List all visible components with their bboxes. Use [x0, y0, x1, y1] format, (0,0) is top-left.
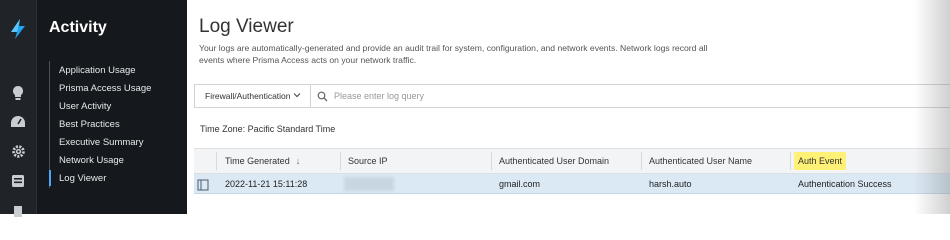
log-query-placeholder: Please enter log query [334, 91, 425, 101]
timezone-label: Time Zone: Pacific Standard Time [200, 124, 336, 134]
nav-item-executive-summary[interactable]: Executive Summary [59, 137, 143, 148]
table-row[interactable]: 2022-11-21 15:11:28 gmail.com harsh.auto… [194, 174, 950, 194]
redacted-source-ip [344, 177, 394, 191]
lightbulb-icon[interactable] [9, 84, 27, 102]
nav-item-application-usage[interactable]: Application Usage [59, 65, 136, 76]
nav-active-indicator [49, 170, 51, 186]
log-type-value: Firewall/Authentication [205, 91, 291, 101]
cell-auth-user-domain: gmail.com [499, 179, 541, 189]
column-header-auth-event[interactable]: Auth Event [794, 149, 847, 173]
chevron-down-icon [292, 90, 302, 100]
dashboard-icon[interactable] [9, 113, 27, 131]
auth-event-highlight: Auth Event [794, 152, 847, 170]
main-content: Log Viewer Your logs are automatically-g… [187, 0, 950, 214]
column-header-source-ip[interactable]: Source IP [348, 149, 388, 173]
sort-down-icon[interactable]: ↓ [296, 156, 301, 166]
log-detail-icon[interactable] [197, 178, 209, 191]
nav-item-prisma-access-usage[interactable]: Prisma Access Usage [59, 83, 151, 94]
column-header-auth-user-domain[interactable]: Authenticated User Domain [499, 149, 609, 173]
log-query-input[interactable]: Please enter log query [317, 85, 424, 107]
log-type-select[interactable]: Firewall/Authentication [195, 85, 311, 107]
activity-panel: Activity Application Usage Prisma Access… [36, 0, 187, 214]
column-separator [641, 152, 642, 170]
nav-item-user-activity[interactable]: User Activity [59, 101, 111, 112]
column-separator [790, 152, 791, 170]
doc-icon[interactable] [9, 202, 27, 220]
cell-time-generated: 2022-11-21 15:11:28 [225, 179, 308, 189]
page-edge-shadow [914, 0, 950, 214]
activity-icon[interactable] [9, 172, 27, 190]
panel-title: Activity [49, 19, 107, 36]
cell-auth-user-name: harsh.auto [649, 179, 692, 189]
search-icon [317, 91, 328, 102]
icon-rail [0, 0, 36, 217]
gear-icon[interactable] [9, 142, 27, 160]
column-header-time-generated[interactable]: Time Generated ↓ [225, 149, 300, 173]
page-title: Log Viewer [199, 16, 294, 37]
column-separator [216, 152, 217, 170]
cell-auth-event: Authentication Success [798, 179, 892, 189]
column-header-auth-user-name[interactable]: Authenticated User Name [649, 149, 752, 173]
page-description: Your logs are automatically-generated an… [199, 43, 708, 65]
nav-item-best-practices[interactable]: Best Practices [59, 119, 120, 130]
nav-divider [49, 61, 50, 188]
column-separator [491, 152, 492, 170]
nav-item-network-usage[interactable]: Network Usage [59, 155, 124, 166]
column-separator [340, 152, 341, 170]
logo-icon[interactable] [8, 18, 28, 40]
nav-item-log-viewer[interactable]: Log Viewer [59, 173, 106, 184]
table-header: Time Generated ↓ Source IP Authenticated… [194, 148, 950, 174]
filter-bar: Firewall/Authentication Please enter log… [194, 84, 950, 108]
